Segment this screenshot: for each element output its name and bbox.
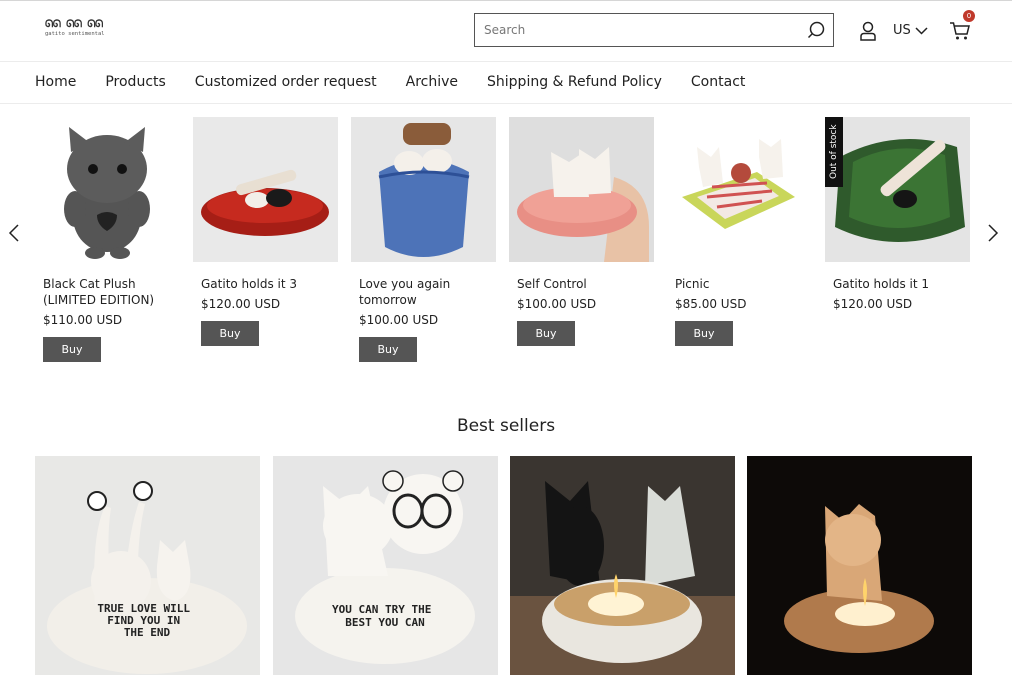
best-seller-card[interactable]: TRUE LOVE WILL FIND YOU IN THE END xyxy=(35,456,260,675)
product-price: $100.00 USD xyxy=(359,313,439,327)
cart-count-badge: 0 xyxy=(963,10,975,22)
nav-products[interactable]: Products xyxy=(105,74,165,90)
buy-button[interactable]: Buy xyxy=(675,321,733,346)
product-image[interactable] xyxy=(667,117,812,262)
buy-button[interactable]: Buy xyxy=(359,337,417,362)
product-card[interactable]: Picnic $85.00 USD Buy xyxy=(667,117,812,346)
search-icon[interactable] xyxy=(807,21,825,39)
product-image[interactable]: Out of stock xyxy=(825,117,970,262)
product-name[interactable]: Black Cat Plush (LIMITED EDITION) xyxy=(35,276,163,308)
nav-shipping-refund[interactable]: Shipping & Refund Policy xyxy=(487,74,662,90)
cart-icon[interactable] xyxy=(949,21,971,41)
product-image[interactable] xyxy=(509,117,654,262)
logo-glyphs: ᘏᘏ ᘏᘏ ᘏᘏ xyxy=(45,19,103,30)
product-card[interactable]: Out of stock Gatito holds it 1 $120.00 U… xyxy=(825,117,970,311)
product-name[interactable]: Love you again tomorrow xyxy=(351,276,479,308)
product-price: $100.00 USD xyxy=(517,297,597,311)
product-image[interactable] xyxy=(351,117,496,262)
product-card[interactable]: Love you again tomorrow $100.00 USD Buy xyxy=(351,117,496,362)
best-seller-card[interactable] xyxy=(747,456,972,675)
product-price: $120.00 USD xyxy=(201,297,281,311)
product-image[interactable] xyxy=(35,117,180,262)
site-logo[interactable]: ᘏᘏ ᘏᘏ ᘏᘏ gatito sentimental xyxy=(45,19,113,41)
product-price: $120.00 USD xyxy=(833,297,913,311)
chevron-down-icon xyxy=(915,26,928,35)
site-header: ᘏᘏ ᘏᘏ ᘏᘏ gatito sentimental US 0 xyxy=(0,1,1012,62)
product-price: $85.00 USD xyxy=(675,297,747,311)
product-card[interactable]: Gatito holds it 3 $120.00 USD Buy xyxy=(193,117,338,346)
best-sellers-title: Best sellers xyxy=(456,416,556,436)
buy-button[interactable]: Buy xyxy=(43,337,101,362)
best-seller-card[interactable] xyxy=(510,456,735,675)
logo-text: gatito sentimental xyxy=(45,31,105,37)
nav-archive[interactable]: Archive xyxy=(406,74,458,90)
nav-home[interactable]: Home xyxy=(35,74,76,90)
product-card[interactable]: Black Cat Plush (LIMITED EDITION) $110.0… xyxy=(35,117,180,362)
product-name[interactable]: Gatito holds it 1 xyxy=(825,276,953,292)
nav-customized-order[interactable]: Customized order request xyxy=(195,74,377,90)
search-input[interactable] xyxy=(475,14,795,46)
best-seller-card[interactable]: YOU CAN TRY THE BEST YOU CAN xyxy=(273,456,498,675)
product-price: $110.00 USD xyxy=(43,313,123,327)
out-of-stock-badge: Out of stock xyxy=(825,117,843,187)
product-name[interactable]: Picnic xyxy=(667,276,795,292)
carousel-prev-icon[interactable] xyxy=(8,224,20,242)
currency-label: US xyxy=(893,23,911,38)
carousel-next-icon[interactable] xyxy=(987,224,999,242)
account-icon[interactable] xyxy=(859,21,877,41)
product-name[interactable]: Self Control xyxy=(509,276,637,292)
product-name[interactable]: Gatito holds it 3 xyxy=(193,276,321,292)
currency-selector[interactable]: US xyxy=(893,23,928,38)
buy-button[interactable]: Buy xyxy=(517,321,575,346)
product-card[interactable]: Self Control $100.00 USD Buy xyxy=(509,117,654,346)
product-image[interactable] xyxy=(193,117,338,262)
search-box xyxy=(474,13,834,47)
svg-text:YOU CAN TRY THE BEST YOU: YOU CAN TRY THE BEST YOU CAN xyxy=(332,603,438,629)
buy-button[interactable]: Buy xyxy=(201,321,259,346)
nav-contact[interactable]: Contact xyxy=(691,74,745,90)
main-nav: Home Products Customized order request A… xyxy=(35,74,745,90)
